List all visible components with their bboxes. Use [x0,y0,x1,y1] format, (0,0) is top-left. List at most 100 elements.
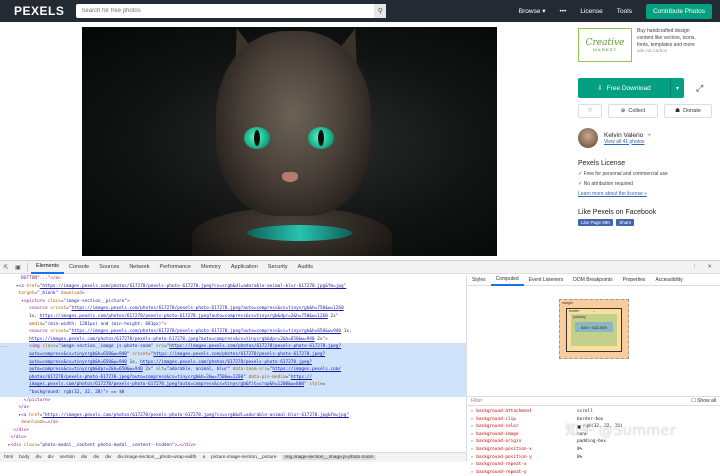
breadcrumb-item[interactable]: picture.image-section__picture [211,455,276,460]
breadcrumb-item[interactable]: div [35,455,41,460]
box-model-content[interactable]: 840 × 622.500 [575,322,613,332]
dom-line[interactable]: download>…</a> [0,419,466,427]
cat-head [216,31,371,216]
tab-properties[interactable]: Properties [618,275,651,286]
collect-button[interactable]: ⊕ Collect [608,104,658,118]
license-line-2: ✓ No attribution required [578,181,720,187]
search-icon[interactable]: ⚲ [374,4,386,18]
dom-line[interactable]: </div> [0,434,466,442]
follow-plus-icon[interactable]: + [647,132,651,139]
tab-dom-breakpoints[interactable]: DOM Breakpoints [568,275,617,286]
download-label: Free Download [607,85,651,92]
ad-via[interactable]: ads via Carbon [637,48,707,54]
more-options-icon[interactable]: ⋮ [692,264,698,270]
dom-line[interactable]: <source srcset="https://images.pexels.co… [0,305,466,313]
dom-line[interactable]: <source srcset="https://images.pexels.co… [0,328,466,336]
breadcrumb-item[interactable]: html [4,455,13,460]
computed-property[interactable]: background-repeat-y [467,469,720,476]
search-input[interactable] [76,8,374,14]
tab-event-listeners[interactable]: Event Listeners [524,275,568,286]
tab-computed[interactable]: Computed [491,275,524,286]
computed-property[interactable]: background-attachmentscroll [467,408,720,416]
dom-line-selected[interactable]: auto=compress&cs=tinysrgb&h=650&w=940" s… [0,351,466,359]
author-info: Kelvin Valerio + View all 41 photos [604,132,651,145]
dom-line[interactable]: BUTTON"..."</a> [0,275,466,283]
download-options-chevron-icon[interactable]: ▾ [670,78,684,98]
dom-line[interactable]: 1x, https://images.pexels.com/photos/617… [0,313,466,321]
computed-property[interactable]: background-position-y0% [467,454,720,462]
dom-line[interactable]: target="_blank" download> [0,290,466,298]
facebook-share-button[interactable]: Share [616,219,634,226]
tab-security[interactable]: Security [263,261,293,274]
more-menu-icon[interactable]: ••• [560,8,567,15]
tab-elements[interactable]: Elements [31,261,64,274]
show-all-checkbox[interactable]: ☐ Show all [691,398,716,404]
download-icon: ⇩ [597,84,602,92]
breadcrumb-item[interactable]: div [105,455,111,460]
computed-property[interactable]: background-repeat-x [467,461,720,469]
inspect-element-icon[interactable]: ⇱ [0,261,12,274]
tab-application[interactable]: Application [226,261,263,274]
dom-line[interactable]: </picture> [0,397,466,405]
box-model-padding[interactable]: padding 840 × 622.500 [571,314,617,346]
filter-input[interactable]: Filter [471,398,482,404]
donate-button[interactable]: ☗ Donate [664,104,712,118]
dom-line[interactable]: </div> [0,427,466,435]
tab-console[interactable]: Console [64,261,94,274]
dom-line[interactable]: ▸<div class="photo-modal__content photo-… [0,442,466,450]
breadcrumb-item-selected[interactable]: img.image-section__image.js-photo-zoom [282,455,375,460]
creative-market-logo[interactable]: Creative MARKET [578,28,632,62]
cat-nose [282,172,298,182]
ad-block[interactable]: Creative MARKET Buy handcrafted design c… [578,28,720,62]
breadcrumb-item[interactable]: body [19,455,29,460]
cat-photo[interactable] [82,27,497,256]
dom-line-selected[interactable]: images.pexels.com/photos/617278/pexels-p… [0,381,466,389]
close-icon[interactable]: ✕ [707,264,712,270]
facebook-like-button[interactable]: Like Page 89K [578,219,613,226]
tab-audits[interactable]: Audits [293,261,318,274]
computed-filter[interactable]: Filter ☐ Show all [467,396,720,406]
tab-sources[interactable]: Sources [94,261,124,274]
breadcrumb-item[interactable]: div [81,455,87,460]
tab-performance[interactable]: Performance [154,261,196,274]
dom-line-selected[interactable]: auto=compress&cs=tinysrgb&h=650&w=940 1x… [0,359,466,367]
breadcrumb-item[interactable]: div.image-section__photo-wrap-width [117,455,196,460]
like-button[interactable]: ♡ [578,104,602,118]
free-download-button[interactable]: ⇩ Free Download [578,78,670,98]
dom-line-selected[interactable]: photos/617278/pexels-photo-617278.jpeg?a… [0,374,466,382]
dom-line[interactable]: media="(min-width: 1281px) and (min-heig… [0,321,466,329]
tools-link[interactable]: Tools [617,8,632,15]
dom-line[interactable]: ▸<a href="https://images.pexels.com/phot… [0,412,466,420]
contribute-photos-button[interactable]: Contribute Photos [646,4,712,19]
dom-line[interactable]: ▾<picture class="image-section__picture"… [0,298,466,306]
pexels-logo[interactable]: PEXELS [14,4,64,18]
tab-network[interactable]: Network [124,261,154,274]
dom-line[interactable]: https://images.pexels.com/photos/617278/… [0,336,466,344]
tab-accessibility[interactable]: Accessibility [650,275,687,286]
breadcrumb-item[interactable]: div [48,455,54,460]
computed-property[interactable]: background-position-x0% [467,446,720,454]
elements-tree[interactable]: BUTTON"..."</a> ▾<a href="https://images… [0,275,466,450]
tab-styles[interactable]: Styles [467,275,491,286]
dom-line[interactable]: ▾<a href="https://images.pexels.com/phot… [0,283,466,291]
breadcrumb-item[interactable]: a [202,455,205,460]
avatar[interactable] [578,128,598,148]
expand-icon[interactable]: ⤢ [696,83,703,94]
heart-icon: ♡ [588,108,593,114]
author-name-row: Kelvin Valerio + [604,132,651,139]
breadcrumb-item[interactable]: div [93,455,99,460]
dom-line-selected[interactable]: "background: rgb(32, 32, 28)"> == $0 [0,389,466,397]
license-link[interactable]: License [580,8,602,15]
breadcrumb-item[interactable]: section [60,455,75,460]
license-learn-more-link[interactable]: Learn more about the license » [578,191,720,197]
dom-line[interactable]: </a> [0,404,466,412]
box-model-border[interactable]: border – padding 840 × 622.500 [566,308,622,352]
author-name[interactable]: Kelvin Valerio [604,132,643,139]
box-model-diagram[interactable]: margin border – padding 840 × 622.500 [559,299,629,359]
dom-line-selected[interactable]: ... <img class="image-section__image js-… [0,343,466,351]
view-all-photos-link[interactable]: View all 41 photos [604,139,651,145]
dom-line-selected[interactable]: auto=compress&cs=tinysrgb&dpr=2&h=650&w=… [0,366,466,374]
device-toggle-icon[interactable]: ▣ [12,261,24,274]
tab-memory[interactable]: Memory [196,261,226,274]
browse-menu[interactable]: Browse ▾ [519,7,546,15]
